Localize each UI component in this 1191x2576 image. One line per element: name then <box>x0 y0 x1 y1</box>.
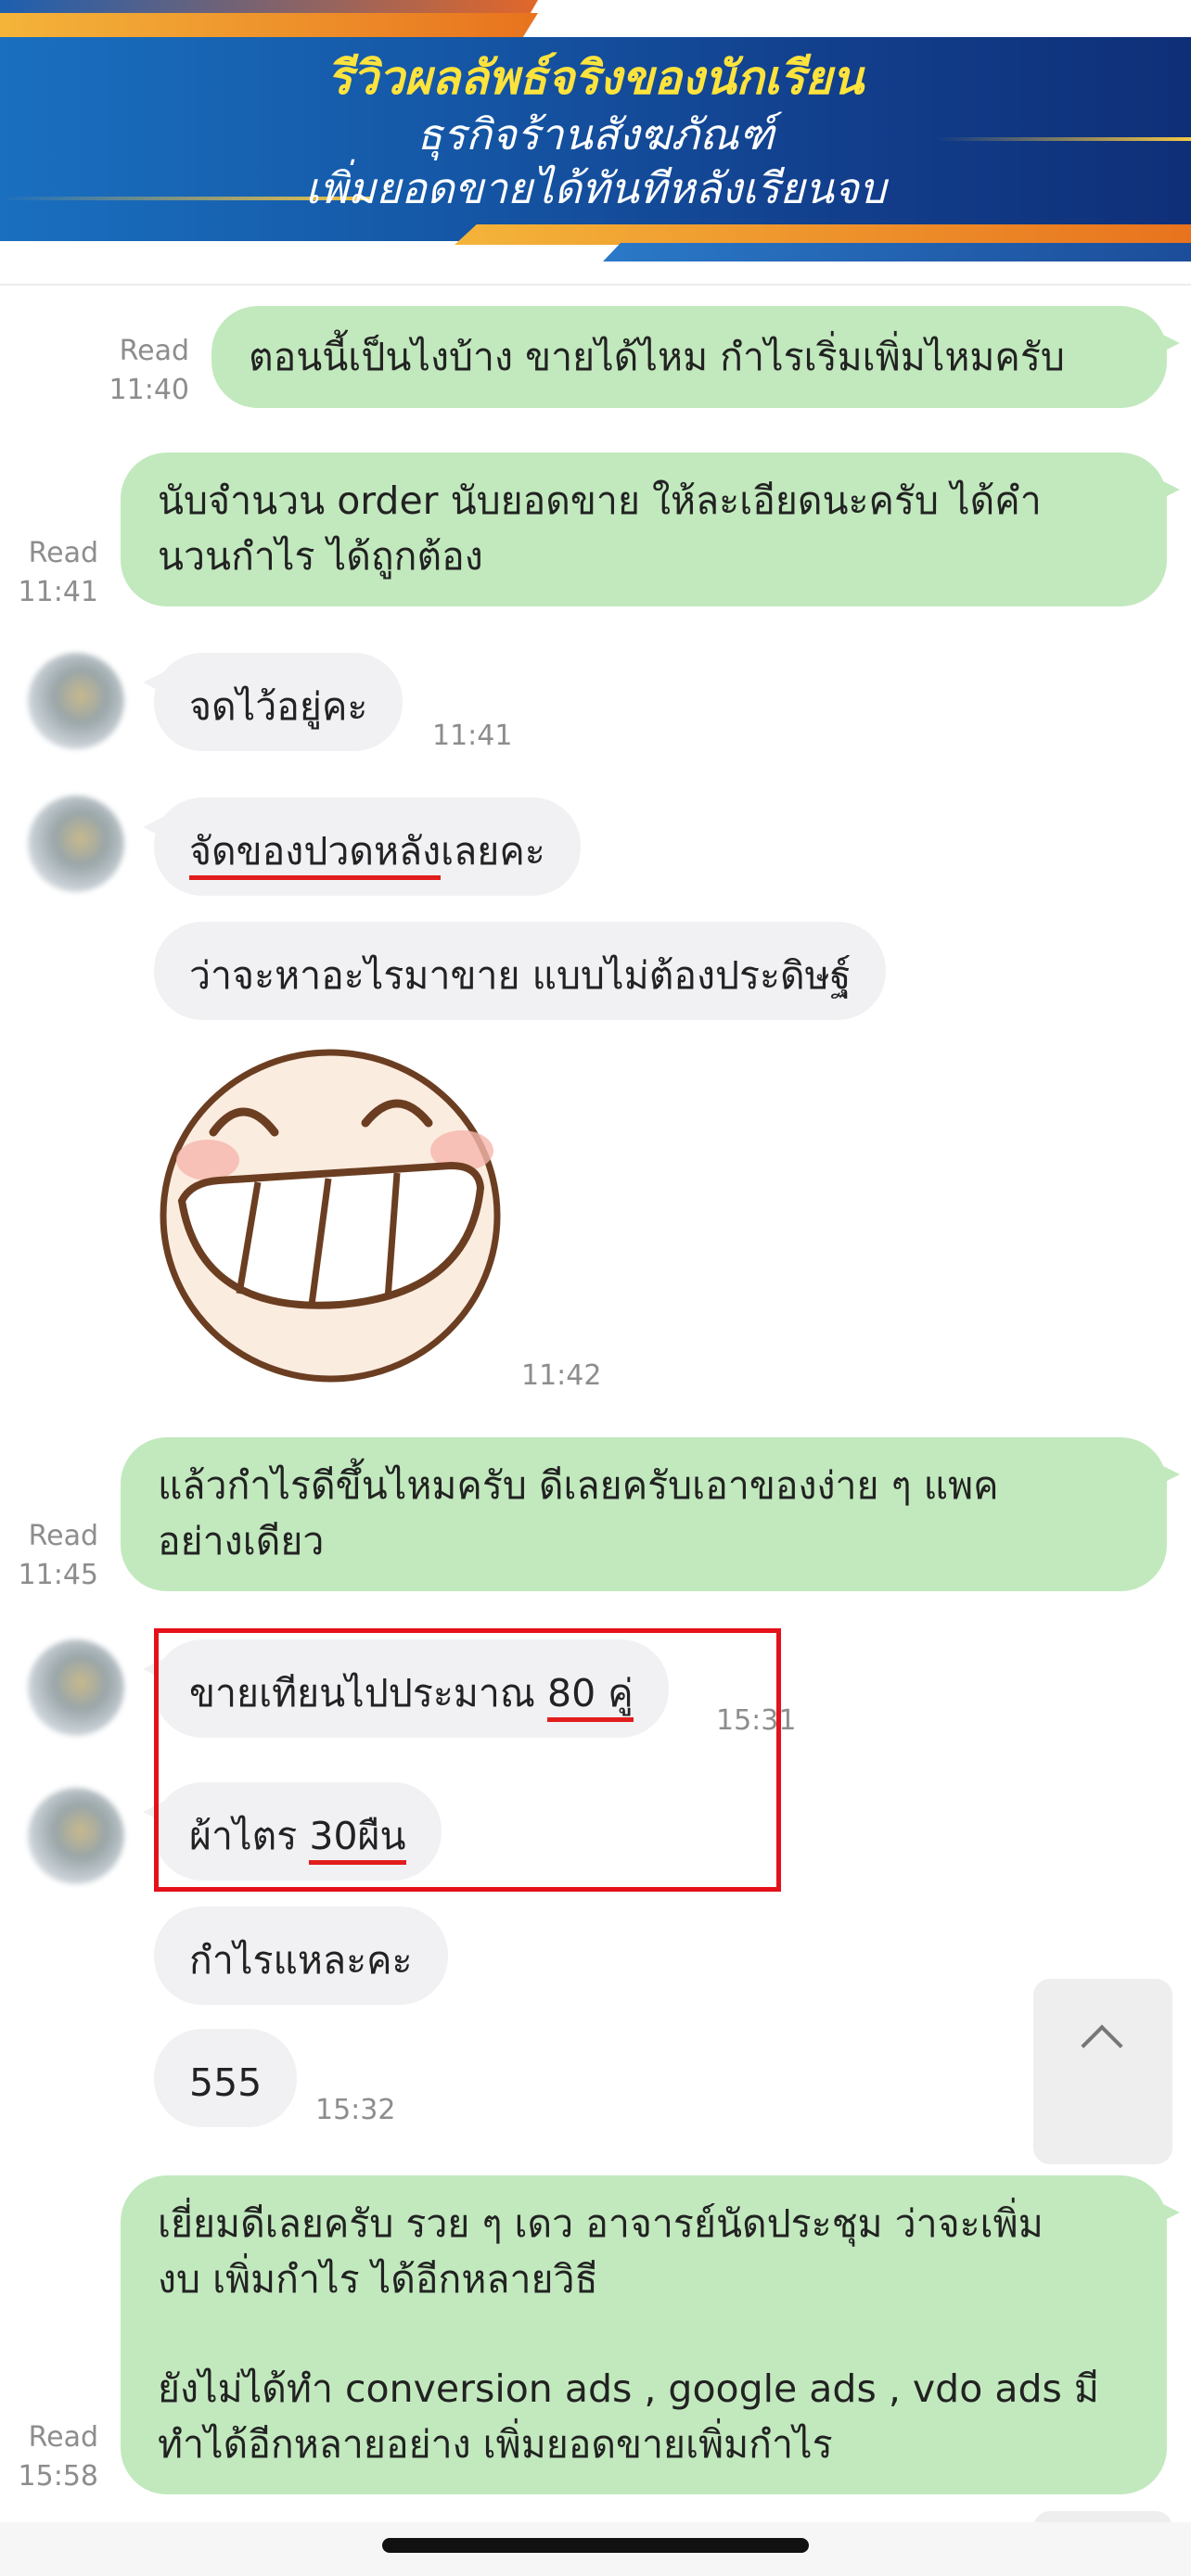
scroll-up-button[interactable] <box>1033 1979 1172 2164</box>
message-text: เยี่ยมดีเลยครับ รวย ๆ เดว อาจารย์นัดประช… <box>158 2201 1044 2246</box>
incoming-message[interactable]: ว่าจะหาอะไรมาขาย แบบไม่ต้องประดิษฐ์ <box>154 922 887 1020</box>
read-receipt: Read 11:40 <box>93 332 189 410</box>
banner-stripe <box>0 13 538 39</box>
banner-title: รีวิวผลลัพธ์จริงของนักเรียน <box>327 51 864 105</box>
message-time: 11:41 <box>432 720 513 752</box>
message-text: เลยคะ <box>441 829 545 874</box>
message-time: 15:32 <box>315 2094 396 2126</box>
outgoing-message[interactable]: เยี่ยมดีเลยครับ รวย ๆ เดว อาจารย์นัดประช… <box>121 2175 1180 2494</box>
message-time: 11:40 <box>109 374 189 406</box>
home-indicator[interactable] <box>382 2538 809 2553</box>
message-text: 555 <box>189 2060 263 2105</box>
message-text: นวนกำไร ได้ถูกต้อง <box>158 534 483 579</box>
banner-subtitle-1: ธุรกิจร้านสังฆภัณฑ์ <box>416 109 775 159</box>
message-text: ตอนนี้เป็นไงบ้าง ขายได้ไหม กำไรเริ่มเพิ่… <box>249 335 1065 379</box>
read-receipt: Read 15:58 <box>15 2418 98 2496</box>
divider <box>0 284 1191 286</box>
outgoing-message[interactable]: แล้วกำไรดีขึ้นไหมครับ ดีเลยครับเอาของง่า… <box>121 1437 1180 1591</box>
message-time: 11:45 <box>18 1559 98 1591</box>
avatar[interactable] <box>28 1639 124 1736</box>
sticker-image <box>160 1049 501 1383</box>
incoming-message[interactable]: 555 <box>154 2029 298 2127</box>
banner-stripe <box>455 224 1191 245</box>
incoming-message[interactable]: จดไว้อยู่คะ <box>142 653 403 751</box>
banner-stripe <box>603 243 1191 261</box>
laughing-face-sticker[interactable] <box>154 1043 506 1386</box>
message-time: 11:41 <box>18 576 98 608</box>
highlight-box <box>154 1628 781 1892</box>
read-label: Read <box>28 1520 98 1552</box>
chevron-up-icon <box>1081 2024 1123 2067</box>
message-text: งบ เพิ่มกำไร ได้อีกหลายวิธี <box>158 2257 598 2302</box>
banner-text: รีวิวผลลัพธ์จริงของนักเรียน ธุรกิจร้านสั… <box>0 48 1191 215</box>
message-text: อย่างเดียว <box>158 1519 325 1563</box>
avatar[interactable] <box>28 653 124 749</box>
highlighted-text: จัดของปวดหลัง <box>189 829 442 880</box>
avatar[interactable] <box>28 1788 124 1884</box>
read-receipt: Read 11:41 <box>15 534 98 612</box>
incoming-message[interactable]: กำไรแหละคะ <box>154 1906 448 2005</box>
message-text: ทำได้อีกหลายอย่าง เพิ่มยอดขายเพิ่มกำไร <box>158 2422 833 2467</box>
read-label: Read <box>28 537 98 569</box>
message-text: แล้วกำไรดีขึ้นไหมครับ ดีเลยครับเอาของง่า… <box>158 1463 999 1508</box>
read-label: Read <box>28 2421 98 2454</box>
message-text: ยังไม่ได้ทำ conversion ads , google ads … <box>158 2366 1099 2411</box>
avatar[interactable] <box>28 796 124 892</box>
message-text: กำไรแหละคะ <box>189 1938 413 1983</box>
banner-subtitle-2: เพิ่มยอดขายได้ทันทีหลังเรียนจบ <box>304 163 887 213</box>
message-text: ว่าจะหาอะไรมาขาย แบบไม่ต้องประดิษฐ์ <box>189 953 852 998</box>
promo-banner: รีวิวผลลัพธ์จริงของนักเรียน ธุรกิจร้านสั… <box>0 0 1191 269</box>
outgoing-message[interactable]: นับจำนวน order นับยอดขาย ให้ละเอียดนะครั… <box>121 453 1180 606</box>
message-time: 15:58 <box>18 2460 98 2493</box>
message-text: นับจำนวน order นับยอดขาย ให้ละเอียดนะครั… <box>158 478 1042 523</box>
message-time: 11:42 <box>521 1359 602 1392</box>
read-label: Read <box>119 335 189 367</box>
message-text: จดไว้อยู่คะ <box>189 684 368 729</box>
outgoing-message[interactable]: ตอนนี้เป็นไงบ้าง ขายได้ไหม กำไรเริ่มเพิ่… <box>211 306 1180 408</box>
incoming-message[interactable]: จัดของปวดหลังเลยคะ <box>143 797 581 896</box>
read-receipt: Read 11:45 <box>15 1517 98 1595</box>
